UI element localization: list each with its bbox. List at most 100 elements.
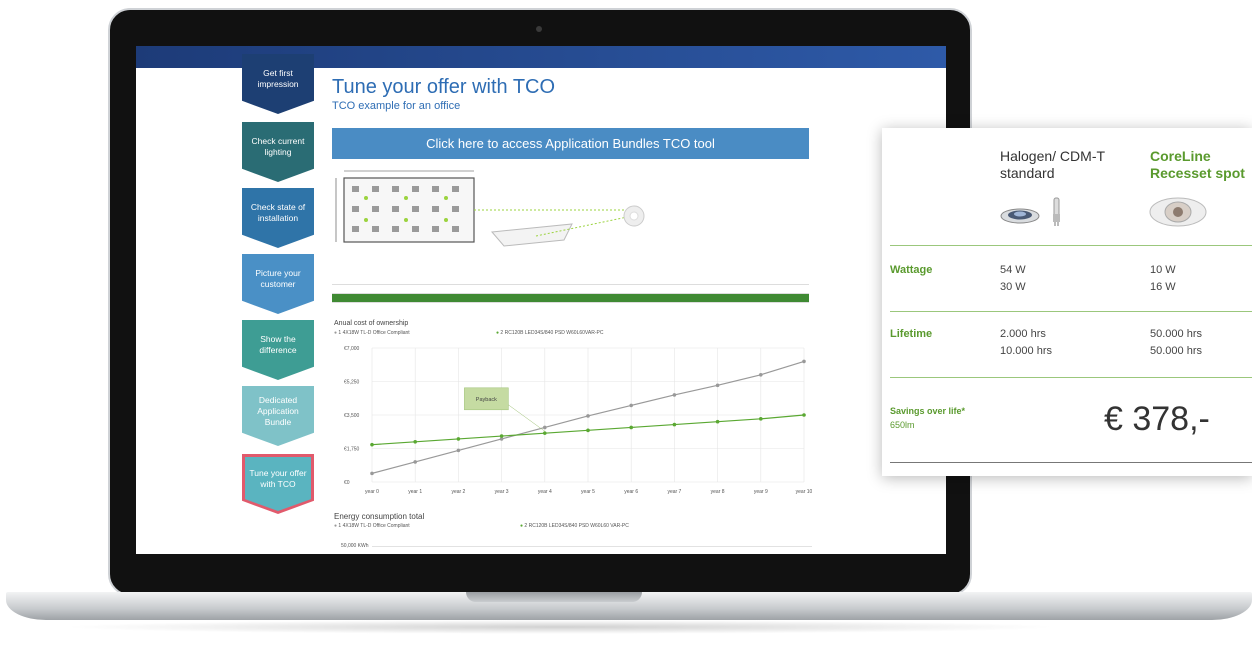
y-tick-label: €1,750: [344, 447, 360, 453]
step-4[interactable]: Picture your customer: [242, 254, 314, 314]
tco-line-chart: year 0 year 1 year 2 year 3 year 4 year 5 year…: [344, 346, 812, 495]
energy-legend-1: ● 1 4X18W TL-D Office Compliant: [334, 523, 410, 529]
page-subtitle: TCO example for an office: [332, 100, 461, 112]
series-2-point: [715, 419, 720, 424]
step-label: Get first impression: [257, 68, 299, 89]
divider: [890, 311, 1252, 312]
series-1-point: [672, 393, 677, 397]
series-2-point: [759, 417, 763, 421]
series-1-point: [456, 448, 461, 453]
coreline-header: CoreLine Recesset spot: [1150, 148, 1245, 181]
laptop-notch: [466, 592, 642, 602]
tco-tool-button[interactable]: Click here to access Application Bundles…: [332, 128, 809, 159]
table-header-row: [332, 276, 809, 285]
chart-legend-1: ● 1 4X18W TL-D Office Compliant: [334, 330, 410, 336]
step-2[interactable]: Check current lighting: [242, 122, 314, 182]
series-2-point: [629, 425, 633, 430]
x-tick-label: year 8: [711, 489, 725, 495]
savings-label: Savings over life*: [890, 406, 966, 416]
legend-label: 2 RC120B LED34S/840 PSD W60L60 VAR-PC: [524, 523, 629, 529]
series-1-point: [759, 373, 763, 377]
series-1-point: [413, 460, 417, 464]
chart-legend-2: ● 2 RC120B LED34S/840 PSD W60L60VAR-PC: [496, 330, 603, 336]
divider: [890, 377, 1252, 378]
legend-dot-icon: ●: [334, 330, 338, 336]
x-tick-label: year 10: [796, 489, 812, 495]
series-2-point: [543, 431, 547, 435]
office-floor-plan-illustration: [335, 170, 645, 247]
webcam: [536, 26, 542, 32]
series-2-point: [413, 440, 417, 444]
divider: [890, 245, 1252, 246]
series-2-point: [370, 442, 374, 447]
series-2-point: [456, 437, 461, 441]
y-tick-label: €7,000: [344, 346, 360, 352]
lifetime-halogen: 2.000 hrs 10.000 hrs: [1000, 326, 1052, 360]
step-label: Check current lighting: [251, 136, 305, 157]
x-tick-label: year 9: [754, 489, 768, 495]
chart-title: Anual cost of ownership: [334, 320, 409, 327]
wattage-label: Wattage: [890, 264, 933, 276]
laptop-screen: Get first impression Check current lighti…: [136, 46, 946, 554]
step-1[interactable]: Get first impression: [242, 54, 314, 114]
x-tick-label: year 6: [624, 489, 638, 495]
x-tick-label: year 2: [451, 489, 465, 495]
wattage-halogen: 54 W 30 W: [1000, 262, 1026, 296]
step-6[interactable]: Dedicated Application Bundle: [242, 386, 314, 446]
wattage-coreline: 10 W 16 W: [1150, 262, 1176, 296]
legend-label: 2 RC120B LED34S/840 PSD W60L60VAR-PC: [500, 330, 604, 336]
step-label: Tune your offer with TCO: [249, 468, 307, 489]
divider: [890, 462, 1252, 463]
payback-pointer: [508, 404, 545, 432]
x-tick-label: year 5: [581, 489, 595, 495]
x-tick-label: year 4: [538, 489, 552, 495]
x-tick-label: year 3: [495, 489, 509, 495]
step-5[interactable]: Show the difference: [242, 320, 314, 380]
value: 10.000 hrs: [1000, 345, 1052, 357]
step-7[interactable]: Tune your offer with TCO: [242, 454, 314, 514]
x-tick-label: year 1: [408, 489, 422, 495]
y-tick-label: €0: [344, 480, 350, 486]
x-tick-label: year 7: [667, 489, 681, 495]
coreline-spot-icon: [1149, 197, 1207, 227]
value: 16 W: [1150, 281, 1176, 293]
step-inner: Tune your offer with TCO: [245, 457, 311, 511]
lifetime-coreline: 50.000 hrs 50.000 hrs: [1150, 326, 1202, 360]
value: 50.000 hrs: [1150, 345, 1202, 357]
energy-legend-2: ● 2 RC120B LED34S/840 PSD W60L60 VAR-PC: [520, 523, 629, 529]
series-1-point: [629, 403, 633, 408]
comparison-card: Halogen/ CDM-T standard CoreLine Recesse…: [882, 128, 1252, 476]
series-1-point: [802, 359, 806, 364]
value: 50.000 hrs: [1150, 328, 1202, 340]
legend-dot-icon: ●: [334, 523, 338, 529]
value: 54 W: [1000, 264, 1026, 276]
legend-label: 1 4X18W TL-D Office Compliant: [338, 523, 410, 529]
savings-sub: 650lm: [890, 420, 915, 430]
step-label: Check state of installation: [250, 202, 306, 223]
step-3[interactable]: Check state of installation: [242, 188, 314, 248]
energy-gridline: [372, 546, 812, 547]
step-label: Picture your customer: [255, 268, 301, 289]
page-title: Tune your offer with TCO: [332, 76, 556, 98]
x-tick-label: year 0: [365, 489, 379, 495]
legend-dot-icon: ●: [520, 523, 524, 529]
luminaire-table: [332, 276, 809, 303]
laptop-shadow: [60, 620, 1060, 634]
series-2-point: [499, 434, 504, 438]
y-tick-label: €5,250: [344, 380, 360, 386]
value: 30 W: [1000, 281, 1026, 293]
step-label: Dedicated Application Bundle: [257, 394, 299, 427]
series-1-point: [543, 425, 547, 430]
lifetime-label: Lifetime: [890, 328, 933, 340]
series-2-point: [672, 422, 677, 427]
payback-label: Payback: [476, 397, 497, 403]
series-2-point: [802, 413, 806, 417]
legend-dot-icon: ●: [496, 330, 500, 336]
series-1-point: [586, 414, 590, 418]
table-row: [332, 285, 809, 294]
value: 10 W: [1150, 264, 1176, 276]
energy-axis-label: 50,000 KWh: [341, 543, 369, 549]
energy-chart-title: Energy consumption total: [334, 512, 425, 521]
series-1-point: [715, 383, 720, 388]
halogen-header: Halogen/ CDM-T standard: [1000, 148, 1105, 181]
